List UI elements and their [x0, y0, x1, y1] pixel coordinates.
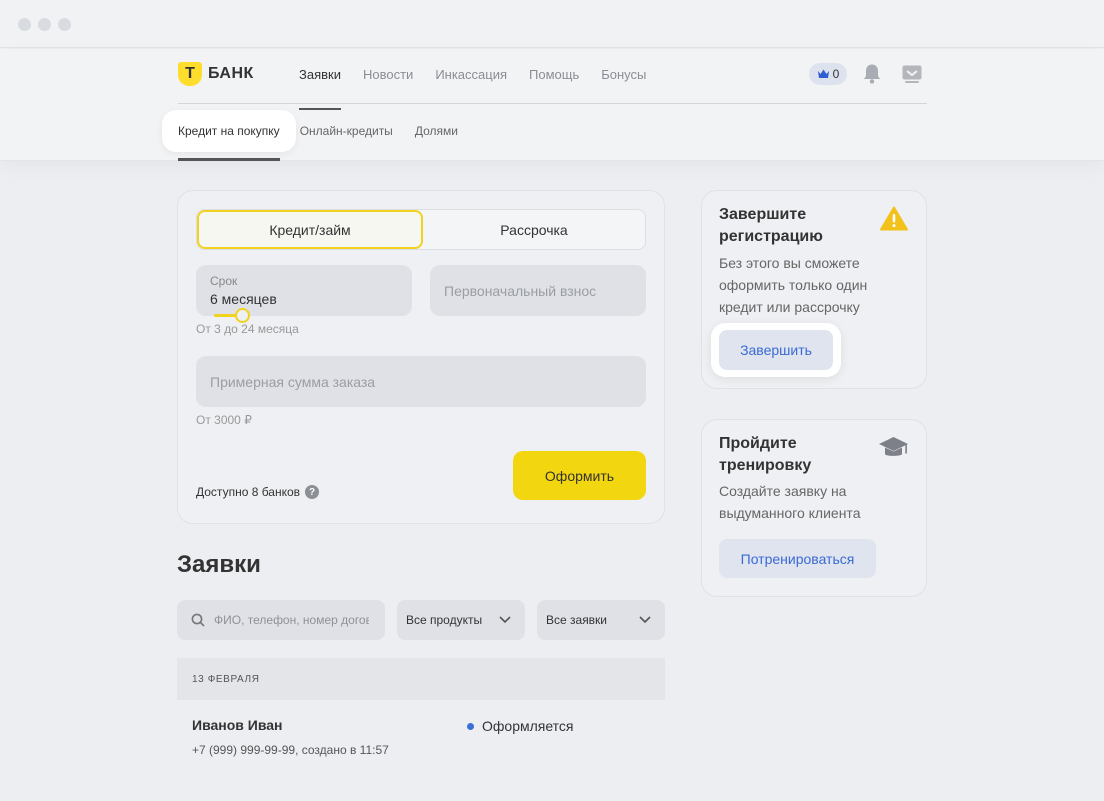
applications-title: Заявки [177, 551, 261, 578]
crown-icon [817, 69, 829, 78]
help-icon[interactable]: ? [305, 485, 320, 499]
window-maximize-dot[interactable] [58, 18, 71, 31]
application-client-name[interactable]: Иванов Иван [192, 717, 283, 733]
bonus-count: 0 [832, 67, 840, 81]
term-field[interactable]: Срок 6 месяцев [196, 265, 412, 316]
subnav-item-installments[interactable]: Долями [404, 110, 469, 152]
date-group-header: 13 ФЕВРАЛЯ [177, 658, 665, 700]
submit-button[interactable]: Оформить [513, 451, 646, 500]
logo-text: БАНК [208, 65, 254, 82]
status-dot-icon [467, 722, 474, 730]
down-payment-field[interactable]: Первоначальный взнос [430, 265, 646, 316]
amount-hint: От 3000 ₽ [196, 413, 252, 427]
tab-credit-loan[interactable]: Кредит/займ [197, 210, 423, 249]
subnav-active-indicator [178, 158, 280, 161]
warning-icon [880, 206, 908, 231]
down-payment-placeholder: Первоначальный взнос [444, 282, 597, 299]
product-type-toggle: Кредит/займ Рассрочка [196, 209, 646, 250]
application-status-text: Оформляется [482, 718, 574, 734]
applications-search[interactable] [177, 600, 385, 640]
term-hint: От 3 до 24 месяца [196, 322, 299, 336]
chevron-down-icon [639, 616, 651, 624]
training-button[interactable]: Потренироваться [719, 539, 876, 578]
subnav-item-online-credits[interactable]: Онлайн-кредиты [296, 110, 404, 152]
date-group-label: 13 ФЕВРАЛЯ [192, 673, 260, 685]
nav-divider [178, 103, 927, 104]
registration-title: Завершите регистрацию [719, 206, 823, 245]
status-filter-value: Все заявки [546, 613, 608, 627]
term-label: Срок [210, 274, 238, 288]
window-minimize-dot[interactable] [38, 18, 51, 31]
inbox-icon[interactable] [902, 65, 922, 83]
term-value: 6 месяцев [210, 291, 277, 307]
status-filter[interactable]: Все заявки [537, 600, 665, 640]
products-filter[interactable]: Все продукты [397, 600, 525, 640]
order-amount-field[interactable]: Примерная сумма заказа [196, 356, 646, 407]
chevron-down-icon [499, 616, 511, 624]
products-filter-value: Все продукты [406, 613, 483, 627]
search-input[interactable] [214, 613, 369, 627]
term-slider-handle[interactable] [235, 308, 250, 323]
available-banks-text: Доступно 8 банков [196, 485, 301, 499]
subnav-item-purchase-credit[interactable]: Кредит на покупку [162, 110, 296, 152]
training-text: Создайте заявку на выдуманного клиента [719, 483, 861, 521]
graduation-cap-icon [879, 437, 908, 456]
bonus-badge[interactable]: 0 [809, 63, 847, 85]
training-title: Пройдите тренировку [719, 435, 812, 474]
tab-installment[interactable]: Рассрочка [423, 210, 645, 249]
search-icon [191, 613, 205, 627]
order-amount-placeholder: Примерная сумма заказа [210, 373, 376, 390]
logo-shield-icon: Т [178, 62, 202, 86]
window-titlebar [0, 0, 1104, 48]
sub-nav: Кредит на покупку Онлайн-кредиты Долями [162, 110, 469, 152]
finish-registration-button[interactable]: Завершить [719, 330, 833, 370]
window-close-dot[interactable] [18, 18, 31, 31]
brand-logo[interactable]: Т БАНК [178, 62, 254, 86]
available-banks: Доступно 8 банков ? [196, 485, 320, 499]
application-status: Оформляется [467, 718, 574, 734]
registration-text: Без этого вы сможете оформить только оди… [719, 255, 868, 315]
application-meta: +7 (999) 999-99-99, создано в 11:57 [192, 743, 389, 757]
bell-icon[interactable] [862, 63, 882, 85]
